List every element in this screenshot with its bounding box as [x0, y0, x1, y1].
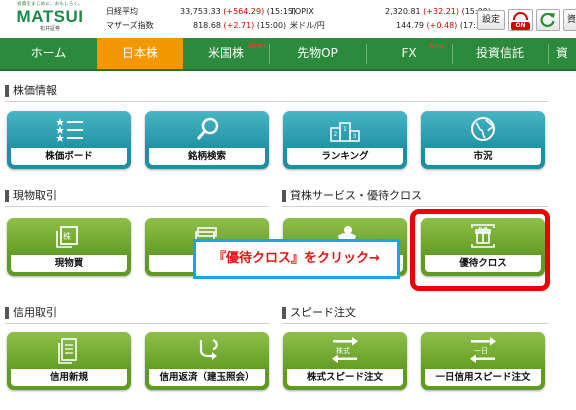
nav-investment-trusts[interactable]: 投資信託 — [452, 38, 548, 69]
svg-text:一日: 一日 — [474, 347, 488, 355]
svg-text:1: 1 — [343, 126, 347, 133]
list-icon — [56, 118, 83, 142]
on-badge: ON — [511, 22, 530, 30]
assets-button[interactable]: 資 — [563, 9, 576, 31]
podium-icon: 12 3 — [330, 122, 360, 142]
stock-board-tile[interactable]: 株価ボード — [7, 111, 131, 169]
page: 投資をまじめに、おもしろく。 MATSUI 松井証券 日経平均 33,753.3… — [0, 0, 576, 410]
market-name: TOPIX — [290, 7, 314, 16]
day-margin-speed-order-tile[interactable]: 一日 一日信用スピード注文 — [421, 332, 545, 390]
logo-wordmark: MATSUI — [16, 7, 84, 26]
main-nav: ホーム 日本株 米国株 New! 先物OP FX New! 投資信託 資 — [0, 38, 576, 71]
nav-assets[interactable]: 資 — [548, 38, 576, 69]
market-value: 2,320.81 (+32.21) (15:00) — [385, 7, 491, 16]
tile-label: 信用新規 — [11, 369, 127, 386]
nav-japan-stocks[interactable]: 日本株 — [97, 38, 183, 69]
section-title-speed-order: スピード注文 — [282, 306, 356, 320]
settings-button[interactable]: 設定 — [477, 10, 505, 30]
stock-speed-order-tile[interactable]: 株式 株式スピード注文 — [283, 332, 407, 390]
magnifier-icon — [196, 117, 219, 140]
market-name: マザーズ指数 — [106, 21, 154, 30]
section-divider — [5, 323, 269, 324]
market-value: 818.68 (+2.71) (15:00) — [193, 21, 287, 30]
document-icon — [58, 338, 77, 364]
market-name: 日経平均 — [106, 7, 138, 16]
logo-subtext: 松井証券 — [39, 26, 60, 32]
matsui-logo[interactable]: 投資をまじめに、おもしろく。 MATSUI 松井証券 — [8, 2, 92, 36]
tile-label: 銘柄検索 — [149, 148, 265, 165]
globe-icon — [471, 117, 495, 141]
return-arrows-icon — [199, 338, 218, 360]
tile-label: 市況 — [425, 148, 541, 165]
tile-label: ランキング — [287, 148, 403, 165]
nav-home[interactable]: ホーム — [0, 38, 97, 69]
stock-transfer-icon: 株 — [56, 226, 78, 248]
notification-toggle-button[interactable]: ON — [508, 9, 533, 31]
section-divider — [282, 206, 548, 207]
ranking-tile[interactable]: 12 3 ランキング — [283, 111, 407, 169]
svg-text:株: 株 — [63, 231, 71, 241]
market-name: 米ドル/円 — [290, 21, 325, 30]
header: 投資をまじめに、おもしろく。 MATSUI 松井証券 日経平均 33,753.3… — [0, 0, 576, 38]
section-title-stock-info: 株価情報 — [5, 84, 57, 98]
cash-buy-tile[interactable]: 株 現物買 — [7, 218, 131, 276]
new-badge: New! — [248, 42, 267, 50]
refresh-icon — [540, 12, 555, 28]
svg-text:株式: 株式 — [336, 346, 350, 355]
tile-label: 信用返済（建玉照会） — [149, 369, 265, 386]
section-divider — [5, 206, 269, 207]
tile-label: 株価ボード — [11, 148, 127, 165]
tile-label: 株式スピード注文 — [287, 369, 403, 386]
exchange-arrows-icon: 株式 — [332, 337, 358, 363]
section-title-margin-trading: 信用取引 — [5, 306, 57, 320]
tile-label: 一日信用スピード注文 — [425, 369, 541, 386]
instruction-callout: 『優待クロス』をクリック→ — [193, 239, 400, 279]
market-value: 33,753.33 (+564.29) (15:15) — [180, 7, 297, 16]
highlight-frame — [410, 209, 550, 291]
section-divider — [5, 101, 548, 102]
margin-new-tile[interactable]: 信用新規 — [7, 332, 131, 390]
exchange-arrows-icon: 一日 — [470, 337, 496, 363]
section-title-cash-trading: 現物取引 — [5, 189, 57, 203]
market-value: 144.79 (+0.48) (17:36) — [396, 21, 490, 30]
stock-search-tile[interactable]: 銘柄検索 — [145, 111, 269, 169]
signal-icon — [513, 12, 528, 20]
margin-repay-tile[interactable]: 信用返済（建玉照会） — [145, 332, 269, 390]
section-title-lending-cross: 貸株サービス・優待クロス — [282, 189, 422, 203]
nav-futures-options[interactable]: 先物OP — [269, 38, 366, 69]
new-badge: New! — [429, 42, 448, 50]
svg-text:2: 2 — [334, 131, 338, 138]
market-conditions-tile[interactable]: 市況 — [421, 111, 545, 169]
svg-text:3: 3 — [353, 133, 357, 140]
section-divider — [282, 323, 548, 324]
tile-label: 現物買 — [11, 255, 127, 272]
refresh-button[interactable] — [536, 9, 560, 31]
